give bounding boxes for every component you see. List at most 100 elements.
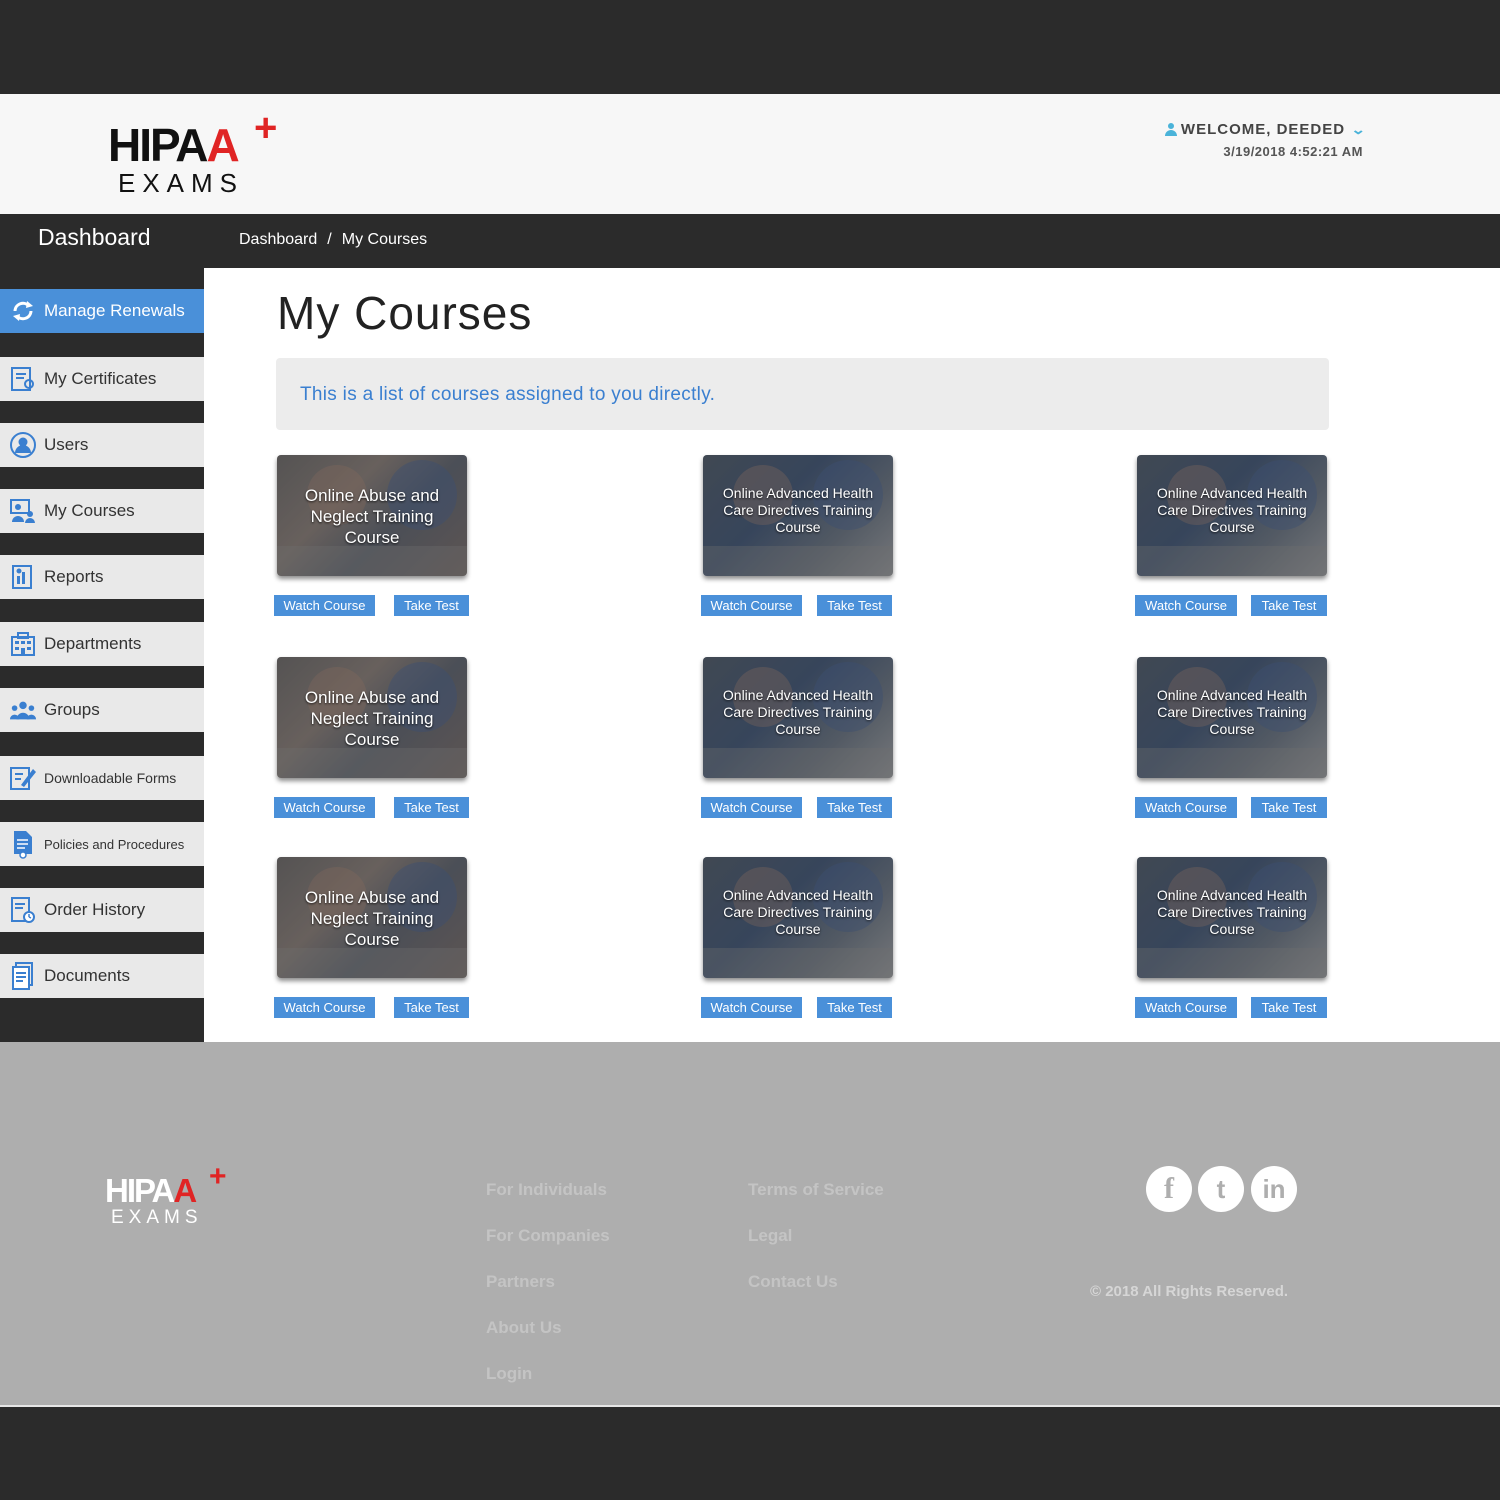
take-test-button[interactable]: Take Test	[817, 997, 892, 1018]
policy-icon	[9, 830, 37, 859]
course-title: Online Advanced Health Care Directives T…	[722, 485, 874, 535]
sidebar-item-label: Departments	[44, 634, 142, 653]
take-test-button[interactable]: Take Test	[394, 797, 469, 818]
course-title: Online Advanced Health Care Directives T…	[1156, 485, 1308, 535]
refresh-icon	[9, 297, 37, 325]
user-icon	[9, 431, 37, 459]
sidebar-item-my-courses[interactable]: My Courses	[0, 489, 215, 533]
watch-course-button[interactable]: Watch Course	[701, 797, 802, 818]
course-title: Online Abuse and Neglect Training Course	[304, 888, 440, 949]
footer-link-contact-us[interactable]: Contact Us	[748, 1272, 838, 1292]
header: HIPAA + EXAMS WELCOME, DEEDED ⌄ 3/19/201…	[0, 94, 1500, 214]
sidebar-item-users[interactable]: Users	[0, 423, 215, 467]
course-thumbnail[interactable]: Online Advanced Health Care Directives T…	[703, 657, 893, 778]
sidebar-item-label: Manage Renewals	[44, 301, 185, 320]
dashboard-title[interactable]: Dashboard	[38, 224, 151, 251]
watch-course-button[interactable]: Watch Course	[701, 595, 802, 616]
sidebar-item-policies-and-procedures[interactable]: Policies and Procedures	[0, 822, 215, 866]
current-datetime: 3/19/2018 4:52:21 AM	[1223, 144, 1363, 159]
course-thumbnail[interactable]: Online Advanced Health Care Directives T…	[703, 857, 893, 978]
building-icon	[9, 630, 37, 658]
certificate-icon	[9, 365, 37, 393]
sidebar-item-documents[interactable]: Documents	[0, 954, 215, 998]
watch-course-button[interactable]: Watch Course	[1135, 797, 1237, 818]
take-test-button[interactable]: Take Test	[394, 997, 469, 1018]
sidebar-item-label: Downloadable Forms	[44, 770, 177, 786]
footer-logo[interactable]: HIPAA + EXAMS	[105, 1162, 235, 1238]
sidebar-item-downloadable-forms[interactable]: Downloadable Forms	[0, 756, 215, 800]
sidebar-item-manage-renewals[interactable]: Manage Renewals	[0, 289, 215, 333]
take-test-button[interactable]: Take Test	[394, 595, 469, 616]
watch-course-button[interactable]: Watch Course	[274, 997, 375, 1018]
take-test-button[interactable]: Take Test	[817, 797, 892, 818]
course-thumbnail[interactable]: Online Advanced Health Care Directives T…	[703, 455, 893, 576]
sidebar-item-label: My Courses	[44, 501, 135, 520]
course-thumbnail[interactable]: Online Abuse and Neglect Training Course	[277, 657, 467, 778]
footer-link-login[interactable]: Login	[486, 1364, 532, 1384]
plus-icon: +	[209, 1160, 227, 1193]
linkedin-icon[interactable]: in	[1251, 1166, 1297, 1212]
take-test-button[interactable]: Take Test	[1251, 997, 1327, 1018]
course-title: Online Advanced Health Care Directives T…	[722, 887, 874, 937]
watch-course-button[interactable]: Watch Course	[701, 997, 802, 1018]
course-thumbnail[interactable]: Online Abuse and Neglect Training Course	[277, 455, 467, 576]
document-icon	[9, 962, 37, 990]
user-menu[interactable]: WELCOME, DEEDED ⌄ 3/19/2018 4:52:21 AM	[1164, 121, 1368, 159]
footer-divider	[0, 1405, 1500, 1407]
sidebar-item-order-history[interactable]: Order History	[0, 888, 215, 932]
plus-icon: +	[254, 106, 278, 150]
footer-link-for-individuals[interactable]: For Individuals	[486, 1180, 607, 1200]
course-thumbnail[interactable]: Online Abuse and Neglect Training Course	[277, 857, 467, 978]
course-thumbnail[interactable]: Online Advanced Health Care Directives T…	[1137, 455, 1327, 576]
course-title: Online Advanced Health Care Directives T…	[1156, 887, 1308, 937]
breadcrumb-dashboard[interactable]: Dashboard	[239, 231, 317, 249]
twitter-icon[interactable]: t	[1198, 1166, 1244, 1212]
breadcrumb-separator: /	[327, 231, 332, 248]
watch-course-button[interactable]: Watch Course	[274, 797, 375, 818]
watch-course-button[interactable]: Watch Course	[274, 595, 375, 616]
logo-text: HIPAA	[108, 119, 240, 171]
footer-link-terms-of-service[interactable]: Terms of Service	[748, 1180, 884, 1200]
report-icon	[9, 563, 37, 591]
top-bar: Dashboard Dashboard / My Courses	[0, 214, 1500, 268]
group-icon	[9, 696, 37, 724]
footer: HIPAA + EXAMS For Individuals For Compan…	[0, 1042, 1500, 1407]
sidebar: Manage Renewals My Certificates Users My…	[0, 268, 215, 1042]
sidebar-item-my-certificates[interactable]: My Certificates	[0, 357, 215, 401]
watch-course-button[interactable]: Watch Course	[1135, 997, 1237, 1018]
sidebar-item-label: Policies and Procedures	[44, 836, 185, 852]
sidebar-item-label: My Certificates	[44, 369, 157, 388]
course-thumbnail[interactable]: Online Advanced Health Care Directives T…	[1137, 657, 1327, 778]
order-history-icon	[9, 896, 37, 924]
footer-link-about-us[interactable]: About Us	[486, 1318, 562, 1338]
sidebar-item-label: Users	[44, 435, 89, 454]
breadcrumb-my-courses: My Courses	[341, 231, 428, 248]
courses-icon	[9, 497, 37, 525]
course-title: Online Abuse and Neglect Training Course	[304, 486, 440, 547]
form-edit-icon	[9, 764, 37, 792]
facebook-icon[interactable]: f	[1146, 1166, 1192, 1212]
watch-course-button[interactable]: Watch Course	[1135, 595, 1237, 616]
sidebar-item-groups[interactable]: Groups	[0, 688, 215, 732]
sidebar-item-label: Reports	[44, 567, 104, 586]
course-title: Online Advanced Health Care Directives T…	[722, 687, 874, 737]
take-test-button[interactable]: Take Test	[1251, 595, 1327, 616]
footer-link-partners[interactable]: Partners	[486, 1272, 555, 1292]
take-test-button[interactable]: Take Test	[817, 595, 892, 616]
course-thumbnail[interactable]: Online Advanced Health Care Directives T…	[1137, 857, 1327, 978]
page: HIPAA + EXAMS WELCOME, DEEDED ⌄ 3/19/201…	[0, 94, 1500, 1407]
breadcrumb: Dashboard / My Courses	[239, 231, 427, 249]
sidebar-item-label: Documents	[44, 966, 130, 985]
sidebar-item-reports[interactable]: Reports	[0, 555, 209, 599]
chevron-down-icon[interactable]: ⌄	[1351, 122, 1368, 138]
sidebar-item-departments[interactable]: Departments	[0, 622, 215, 666]
footer-link-legal[interactable]: Legal	[748, 1226, 792, 1246]
logo[interactable]: HIPAA + EXAMS	[108, 108, 283, 202]
welcome-text: WELCOME, DEEDED	[1180, 121, 1346, 138]
logo-subtext: EXAMS	[118, 168, 245, 198]
footer-link-for-companies[interactable]: For Companies	[486, 1226, 610, 1246]
user-icon	[1164, 123, 1177, 136]
take-test-button[interactable]: Take Test	[1251, 797, 1327, 818]
course-title: Online Abuse and Neglect Training Course	[304, 688, 440, 749]
sidebar-item-label: Groups	[44, 700, 100, 719]
